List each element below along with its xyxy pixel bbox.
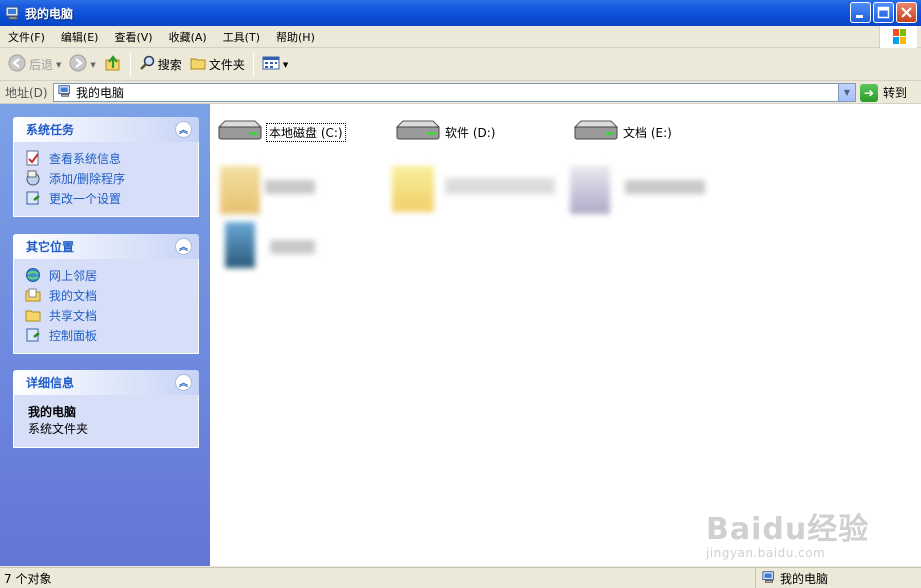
views-button[interactable]: ▼ (258, 52, 292, 78)
address-dropdown-icon[interactable]: ▼ (838, 84, 855, 101)
system-info-icon (25, 150, 41, 166)
status-location: 我的电脑 (755, 568, 828, 588)
back-dropdown-icon[interactable]: ▼ (56, 61, 61, 69)
control-panel-icon (25, 190, 41, 206)
collapse-icon[interactable]: ︽ (175, 121, 192, 138)
window-title: 我的电脑 (25, 6, 74, 21)
task-add-remove-programs[interactable]: 添加/删除程序 (25, 168, 198, 188)
watermark-url: jingyan.baidu.com (706, 546, 826, 560)
goto-arrow-icon: ➔ (860, 83, 878, 102)
shared-folder-icon (25, 307, 41, 323)
collapse-icon[interactable]: ︽ (175, 374, 192, 391)
search-button[interactable]: 搜索 (135, 52, 186, 78)
add-remove-programs-icon (25, 170, 41, 186)
place-label: 我的文档 (49, 288, 98, 303)
menu-file[interactable]: 文件(F) (0, 29, 53, 45)
menu-view[interactable]: 查看(V) (106, 29, 160, 45)
watermark-brand: Baidu经验 (706, 512, 870, 547)
back-arrow-icon (8, 54, 26, 75)
task-view-system-info[interactable]: 查看系统信息 (25, 148, 198, 168)
place-network[interactable]: 网上邻居 (25, 265, 198, 285)
folders-label: 文件夹 (208, 58, 245, 72)
my-computer-icon (762, 570, 776, 587)
drive-label: 软件 (D:) (445, 125, 496, 140)
hard-drive-icon (215, 119, 263, 146)
drive-d[interactable]: 软件 (D:) (393, 119, 495, 145)
details-header[interactable]: 详细信息 ︽ (13, 370, 199, 395)
search-label: 搜索 (157, 58, 182, 72)
search-icon (139, 55, 155, 74)
system-tasks-title: 系统任务 (26, 123, 75, 137)
place-shared-documents[interactable]: 共享文档 (25, 305, 198, 325)
other-places-panel: 其它位置 ︽ 网上邻居 我的文档 共享文档 控制面板 (13, 234, 199, 354)
drive-c[interactable]: 本地磁盘 (C:) (215, 119, 346, 146)
network-places-icon (25, 267, 41, 283)
drive-label: 本地磁盘 (C:) (266, 122, 346, 142)
other-places-header[interactable]: 其它位置 ︽ (13, 234, 199, 259)
task-label: 添加/删除程序 (49, 171, 126, 186)
views-dropdown-icon[interactable]: ▼ (283, 61, 288, 69)
status-location-label: 我的电脑 (780, 571, 829, 586)
toolbar-separator (252, 52, 254, 77)
menu-bar: 文件(F) 编辑(E) 查看(V) 收藏(A) 工具(T) 帮助(H) (0, 26, 921, 48)
menu-favorites[interactable]: 收藏(A) (161, 29, 215, 45)
hard-drive-icon (393, 119, 441, 146)
close-button[interactable] (896, 2, 917, 23)
address-label: 地址(D) (5, 85, 48, 100)
goto-label: 转到 (883, 86, 908, 100)
forward-arrow-icon (69, 54, 87, 75)
drive-e[interactable]: 文档 (E:) (571, 119, 672, 145)
title-bar: 我的电脑 (0, 0, 921, 26)
address-value: 我的电脑 (76, 86, 125, 100)
back-label: 后退 (29, 58, 54, 72)
up-folder-icon (104, 54, 122, 75)
address-field[interactable]: 我的电脑 ▼ (53, 83, 856, 102)
file-view: 本地磁盘 (C:) 软件 (D:) 文档 (E:) Baidu经验 jingya… (210, 104, 921, 566)
up-folder-button[interactable] (100, 52, 126, 78)
status-bar: 7 个对象 我的电脑 (0, 567, 921, 588)
task-change-setting[interactable]: 更改一个设置 (25, 188, 198, 208)
task-label: 查看系统信息 (49, 151, 122, 166)
place-label: 控制面板 (49, 328, 98, 343)
baidu-watermark: Baidu经验 jingyan.baidu.com (706, 504, 869, 560)
system-tasks-panel: 系统任务 ︽ 查看系统信息 添加/删除程序 更改一个设置 (13, 117, 199, 217)
place-label: 共享文档 (49, 308, 98, 323)
hard-drive-icon (571, 119, 619, 146)
details-subtitle: 系统文件夹 (28, 422, 89, 436)
task-label: 更改一个设置 (49, 191, 122, 206)
forward-button[interactable]: ▼ (65, 52, 99, 78)
windows-logo-icon (879, 26, 917, 48)
menu-tools[interactable]: 工具(T) (215, 29, 268, 45)
my-computer-icon (5, 5, 21, 21)
menu-help[interactable]: 帮助(H) (268, 29, 323, 45)
folders-button[interactable]: 文件夹 (186, 52, 249, 78)
views-icon (262, 55, 280, 74)
goto-button[interactable]: ➔ 转到 (860, 82, 907, 103)
drive-label: 文档 (E:) (623, 125, 672, 140)
my-computer-icon (58, 84, 72, 101)
details-title: 详细信息 (26, 376, 75, 390)
object-count: 7 个对象 (4, 571, 52, 586)
place-label: 网上邻居 (49, 268, 98, 283)
forward-dropdown-icon[interactable]: ▼ (90, 61, 95, 69)
control-panel-icon (25, 327, 41, 343)
back-button[interactable]: 后退 ▼ (4, 52, 65, 78)
menu-edit[interactable]: 编辑(E) (53, 29, 107, 45)
folder-icon (190, 55, 206, 74)
collapse-icon[interactable]: ︽ (175, 238, 192, 255)
task-pane: 系统任务 ︽ 查看系统信息 添加/删除程序 更改一个设置 其它位置 ︽ 网上邻居… (0, 104, 210, 566)
minimize-button[interactable] (850, 2, 871, 23)
other-places-title: 其它位置 (26, 240, 75, 254)
toolbar-separator (129, 52, 131, 77)
my-documents-icon (25, 287, 41, 303)
place-control-panel[interactable]: 控制面板 (25, 325, 198, 345)
system-tasks-header[interactable]: 系统任务 ︽ (13, 117, 199, 142)
maximize-button[interactable] (873, 2, 894, 23)
place-my-documents[interactable]: 我的文档 (25, 285, 198, 305)
toolbar: 后退 ▼ ▼ 搜索 文件夹 ▼ (0, 49, 921, 81)
address-bar: 地址(D) 我的电脑 ▼ ➔ 转到 (0, 81, 921, 104)
details-panel: 详细信息 ︽ 我的电脑 系统文件夹 (13, 370, 199, 448)
details-name: 我的电脑 (28, 405, 77, 419)
